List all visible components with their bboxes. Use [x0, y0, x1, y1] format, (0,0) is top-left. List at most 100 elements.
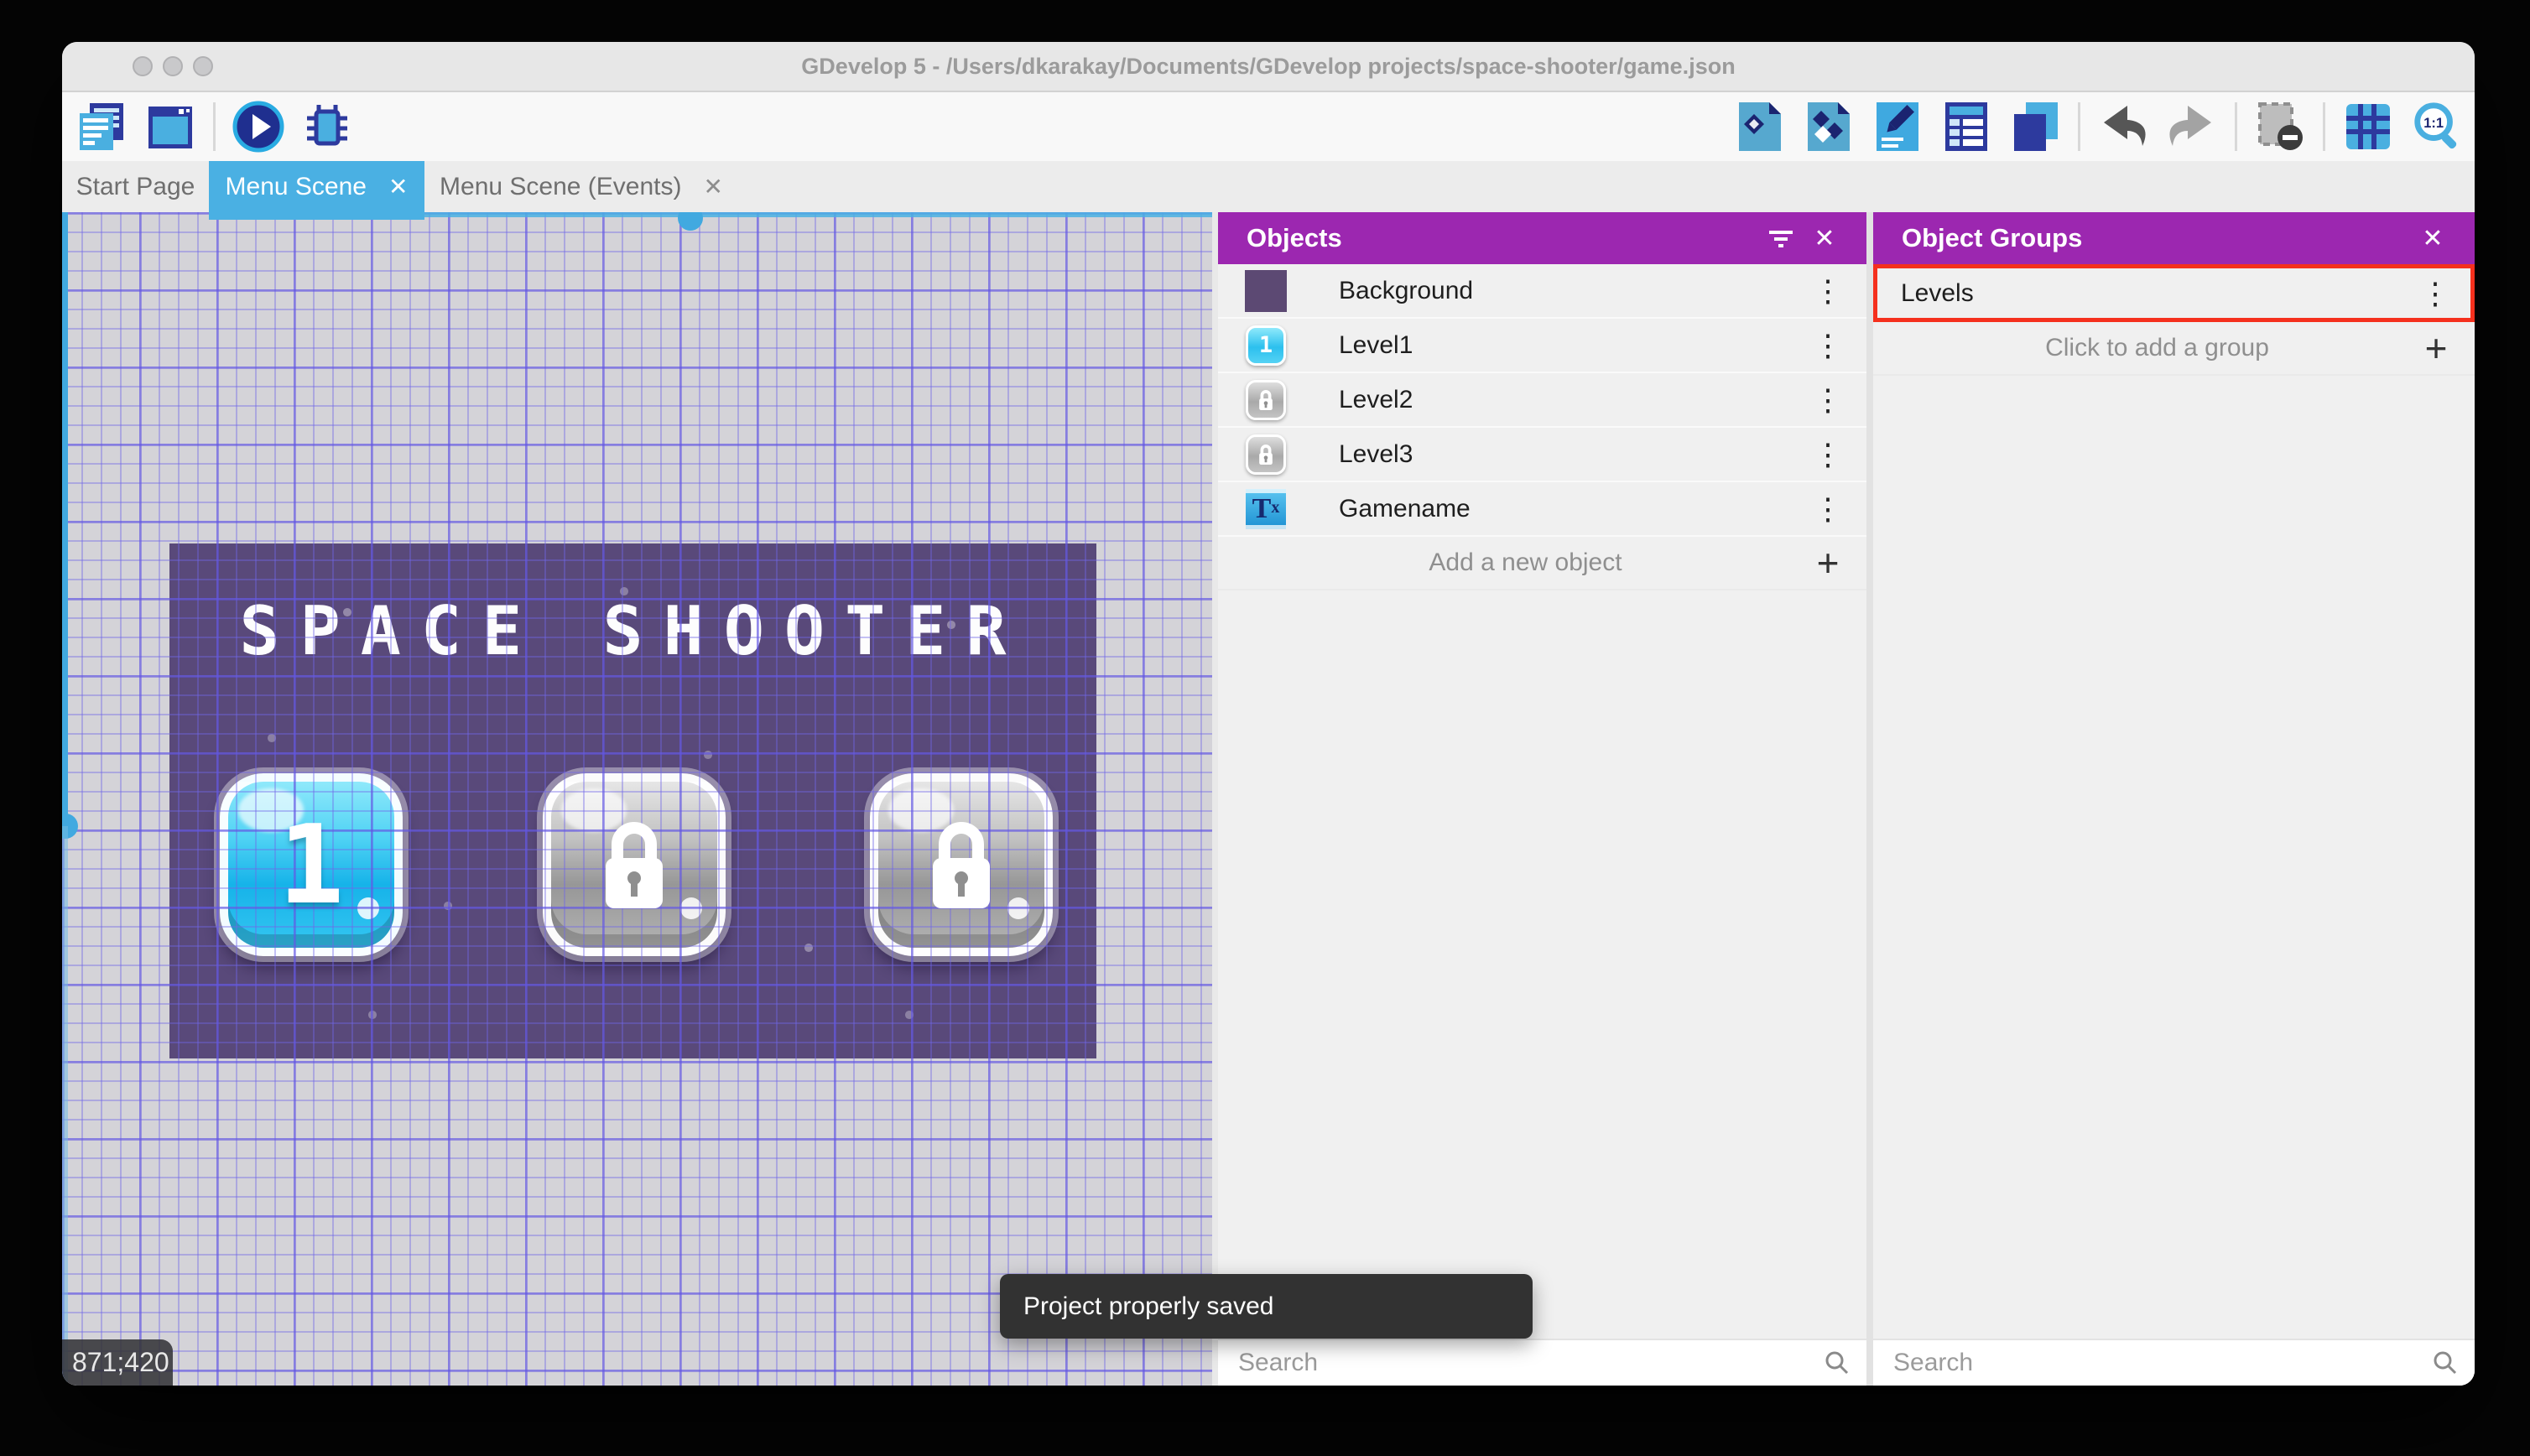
groups-search-bar: [1873, 1339, 2475, 1386]
object-row-level3[interactable]: Level3 ⋮: [1218, 428, 1866, 482]
level1-digit: 1: [278, 801, 345, 928]
grid-icon[interactable]: [2342, 101, 2394, 153]
scene-title-text-object[interactable]: SPACE SHOOTER: [169, 592, 1096, 670]
toolbar-separator: [213, 102, 216, 151]
objects-search-bar: [1218, 1339, 1866, 1386]
close-tab-icon[interactable]: ✕: [388, 173, 408, 200]
vertical-scroll-track: [62, 826, 68, 1386]
lock-sprite-icon: [1246, 379, 1286, 420]
level3-button-object[interactable]: [870, 773, 1053, 956]
debug-icon[interactable]: [301, 101, 353, 153]
window-title: GDevelop 5 - /Users/dkarakay/Documents/G…: [801, 54, 1736, 79]
close-tab-icon[interactable]: ✕: [704, 173, 723, 200]
add-group-label: Click to add a group: [2045, 334, 2269, 361]
tab-menu-scene[interactable]: Menu Scene ✕: [209, 161, 424, 212]
editor-content: SPACE SHOOTER 1 871;420 Objects ✕ Backgr…: [62, 212, 2475, 1386]
object-row-gamename[interactable]: Tx Gamename ⋮: [1218, 482, 1866, 537]
search-icon: [2434, 1351, 2457, 1375]
scene-stars: [169, 543, 173, 547]
object-name: Gamename: [1339, 494, 1471, 523]
scene-editor-canvas[interactable]: SPACE SHOOTER 1 871;420: [62, 212, 1212, 1386]
save-toast: Project properly saved: [1000, 1274, 1533, 1339]
group-menu-icon[interactable]: ⋮: [2418, 278, 2452, 309]
group-row-levels[interactable]: Levels ⋮: [1873, 264, 2475, 322]
play-preview-icon[interactable]: [232, 101, 284, 153]
object-menu-icon[interactable]: ⋮: [1811, 275, 1845, 306]
tab-start-page[interactable]: Start Page: [62, 161, 209, 212]
plus-icon[interactable]: +: [2419, 329, 2453, 367]
project-manager-icon[interactable]: [75, 101, 128, 153]
canvas-scrollbar-strip: [1212, 212, 1218, 1386]
tab-label: Menu Scene (Events): [440, 172, 682, 200]
object-menu-icon[interactable]: ⋮: [1811, 384, 1845, 415]
color-swatch-icon: [1245, 269, 1287, 312]
object-groups-panel-title: Object Groups: [1902, 223, 2083, 252]
objects-panel-header: Objects ✕: [1218, 212, 1866, 264]
toolbar-separator: [2078, 102, 2080, 151]
level1-button-object[interactable]: 1: [220, 773, 403, 956]
filter-icon[interactable]: [1759, 216, 1803, 260]
plus-icon[interactable]: +: [1811, 543, 1845, 582]
vertical-scrollbar[interactable]: [62, 212, 68, 826]
toggle-instances-mask-icon[interactable]: [2254, 101, 2306, 153]
objects-list: Background ⋮ 1 Level1 ⋮ Level2 ⋮ Level3 …: [1218, 264, 1866, 590]
groups-list: Levels ⋮ Click to add a group +: [1873, 264, 2475, 376]
preview-window-icon[interactable]: [144, 101, 196, 153]
object-name: Level3: [1339, 439, 1413, 468]
toolbar-separator: [2323, 102, 2325, 151]
tab-bar: Start Page Menu Scene ✕ Menu Scene (Even…: [62, 161, 2475, 212]
lock-sprite-icon: [1246, 434, 1286, 475]
objects-search-input[interactable]: [1236, 1348, 1823, 1378]
object-row-background[interactable]: Background ⋮: [1218, 264, 1866, 319]
object-name: Background: [1339, 276, 1474, 304]
object-groups-editor-icon[interactable]: [1803, 101, 1855, 153]
object-groups-panel-header: Object Groups ✕: [1873, 212, 2475, 264]
object-menu-icon[interactable]: ⋮: [1811, 493, 1845, 524]
tab-menu-scene-events[interactable]: Menu Scene (Events) ✕: [424, 161, 738, 212]
level1-sprite-icon: 1: [1246, 325, 1286, 366]
scene-background-object[interactable]: SPACE SHOOTER 1: [169, 543, 1096, 1058]
toolbar-separator: [2235, 102, 2237, 151]
object-row-level2[interactable]: Level2 ⋮: [1218, 373, 1866, 428]
object-menu-icon[interactable]: ⋮: [1811, 439, 1845, 470]
add-group-row[interactable]: Click to add a group +: [1873, 322, 2475, 376]
zoom-one-to-one-icon[interactable]: 1:1: [2411, 101, 2463, 153]
add-object-label: Add a new object: [1429, 549, 1622, 576]
desktop-background: GDevelop 5 - /Users/dkarakay/Documents/G…: [0, 0, 2530, 1456]
close-panel-icon[interactable]: ✕: [2411, 216, 2455, 260]
horizontal-scroll-thumb[interactable]: [678, 212, 703, 231]
horizontal-scrollbar[interactable]: [424, 212, 1212, 217]
object-name: Level1: [1339, 330, 1413, 359]
text-object-icon: Tx: [1246, 488, 1286, 529]
tab-label: Menu Scene: [225, 172, 367, 200]
cursor-coordinates: 871;420: [62, 1339, 173, 1386]
tab-label: Start Page: [75, 172, 195, 200]
level2-button-object[interactable]: [543, 773, 726, 956]
active-tab-indicator: [209, 212, 424, 220]
gdevelop-window: GDevelop 5 - /Users/dkarakay/Documents/G…: [62, 42, 2475, 1386]
zoom-ratio-label: 1:1: [2423, 116, 2444, 131]
toolbar-right-group: 1:1: [1734, 92, 2463, 161]
close-panel-icon[interactable]: ✕: [1803, 216, 1846, 260]
lock-icon: [933, 822, 990, 908]
object-row-level1[interactable]: 1 Level1 ⋮: [1218, 319, 1866, 373]
add-object-row[interactable]: Add a new object +: [1218, 537, 1866, 590]
search-icon: [1825, 1351, 1849, 1375]
toolbar: 1:1: [62, 92, 2475, 161]
toolbar-left-group: [75, 92, 353, 161]
undo-icon[interactable]: [2097, 101, 2149, 153]
object-name: Level2: [1339, 385, 1413, 413]
panel-divider[interactable]: [1866, 212, 1873, 1386]
lock-icon: [606, 822, 663, 908]
titlebar: GDevelop 5 - /Users/dkarakay/Documents/G…: [62, 42, 2475, 92]
properties-icon[interactable]: [1871, 101, 1924, 153]
objects-editor-icon[interactable]: [1734, 101, 1786, 153]
group-name: Levels: [1901, 278, 1974, 307]
object-menu-icon[interactable]: ⋮: [1811, 330, 1845, 361]
instances-list-icon[interactable]: [1940, 101, 1992, 153]
groups-search-input[interactable]: [1892, 1348, 2431, 1378]
redo-icon[interactable]: [2166, 101, 2218, 153]
objects-panel-title: Objects: [1247, 223, 1342, 252]
objects-panel: Objects ✕ Background ⋮ 1 Level1 ⋮ Level2…: [1218, 212, 1866, 1386]
layers-editor-icon[interactable]: [2009, 101, 2061, 153]
